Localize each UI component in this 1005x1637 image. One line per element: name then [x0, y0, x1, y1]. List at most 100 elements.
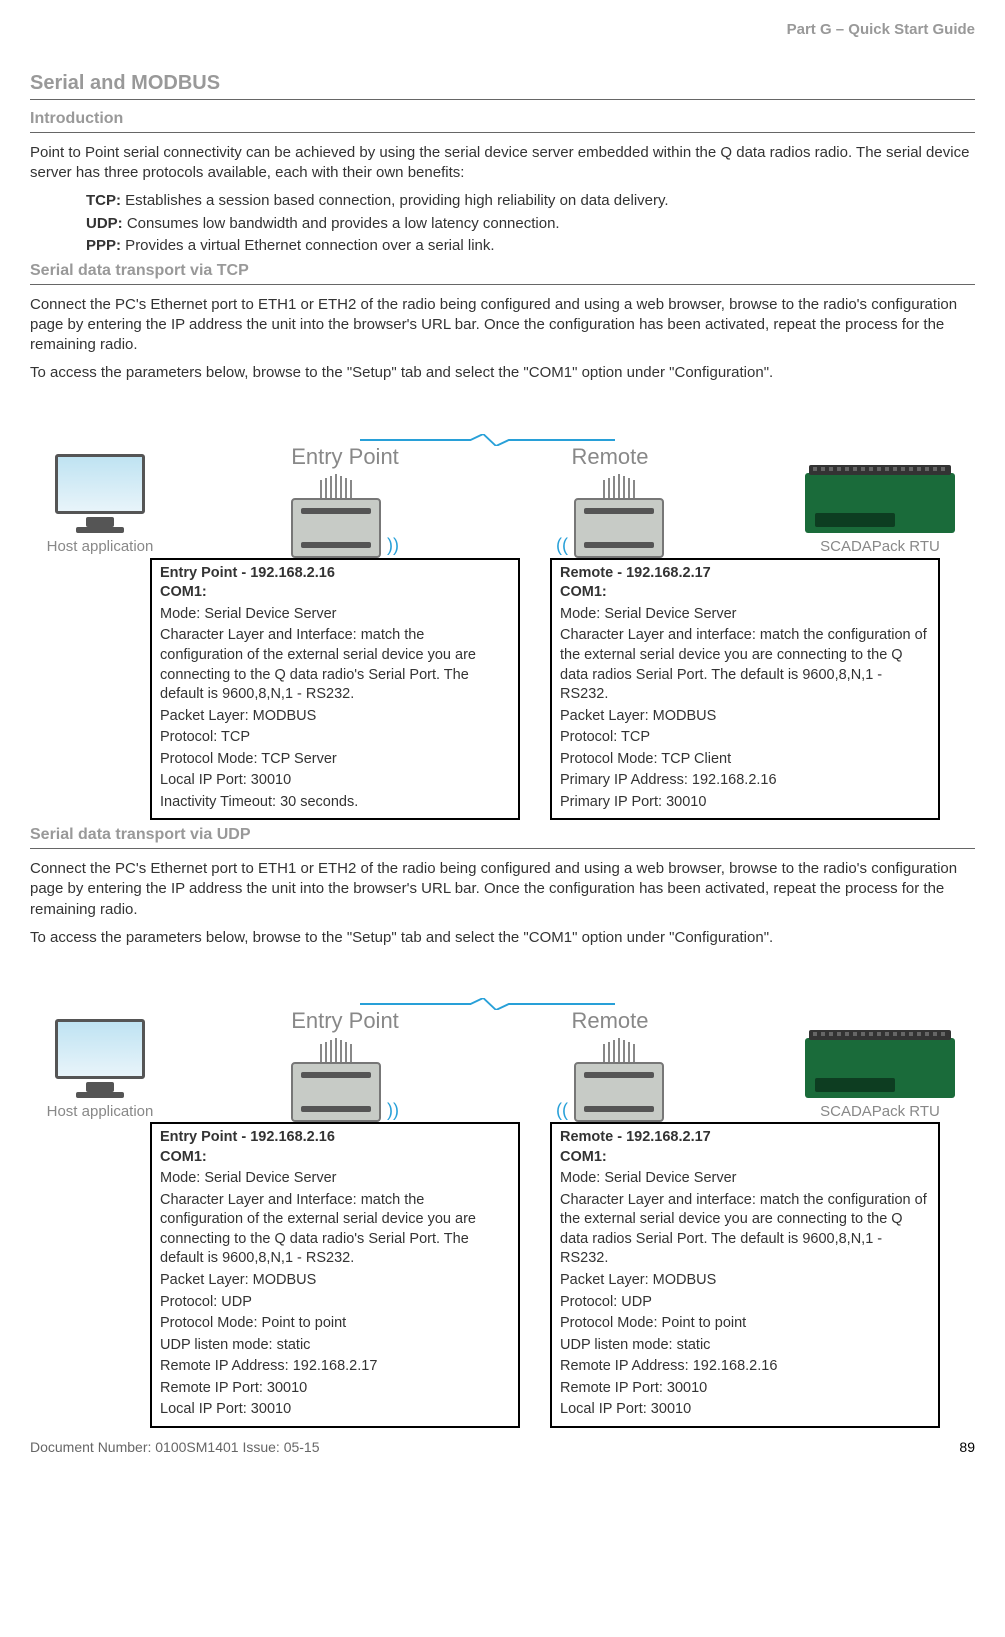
cfg-line: Protocol Mode: Point to point	[160, 1314, 510, 1334]
tcp-p2: To access the parameters below, browse t…	[30, 363, 975, 383]
radio-icon	[574, 498, 664, 558]
signal-icon: ))	[387, 533, 399, 557]
udp-label: UDP:	[86, 215, 123, 232]
protocol-list: TCP: Establishes a session based connect…	[86, 191, 975, 256]
cfg-line: Mode: Serial Device Server	[560, 605, 930, 625]
host-label: Host application	[47, 1102, 154, 1122]
monitor-icon	[55, 1019, 145, 1079]
tcp-p1: Connect the PC's Ethernet port to ETH1 o…	[30, 295, 975, 356]
udp-heading: Serial data transport via UDP	[30, 824, 975, 849]
cfg-line: Character Layer and Interface: match the…	[160, 626, 510, 704]
udp-config-boxes: Entry Point - 192.168.2.16 COM1: Mode: S…	[30, 1122, 975, 1428]
cfg-line: Primary IP Address: 192.168.2.16	[560, 771, 930, 791]
cfg-line: Protocol: TCP	[560, 728, 930, 748]
cfg-line: Protocol Mode: Point to point	[560, 1314, 930, 1334]
cfg-line: Packet Layer: MODBUS	[560, 1271, 930, 1291]
cfg-line: Remote IP Address: 192.168.2.16	[560, 1357, 930, 1377]
cfg-line: UDP listen mode: static	[560, 1336, 930, 1356]
tcp-remote-config: Remote - 192.168.2.17 COM1: Mode: Serial…	[550, 558, 940, 821]
remote-label: Remote	[571, 1006, 648, 1036]
antenna-icon	[320, 1038, 352, 1064]
remote-radio: Remote ((	[520, 442, 700, 558]
rtu-icon	[805, 1038, 955, 1098]
remote-label: Remote	[571, 442, 648, 472]
cfg-line: Inactivity Timeout: 30 seconds.	[160, 793, 510, 813]
udp-entry-config: Entry Point - 192.168.2.16 COM1: Mode: S…	[150, 1122, 520, 1428]
radio-icon	[291, 1062, 381, 1122]
cfg-line: Packet Layer: MODBUS	[560, 707, 930, 727]
cfg-line: Local IP Port: 30010	[560, 1400, 930, 1420]
antenna-icon	[603, 474, 635, 500]
cfg-line: Remote IP Port: 30010	[160, 1379, 510, 1399]
antenna-icon	[320, 474, 352, 500]
cfg-line: Local IP Port: 30010	[160, 1400, 510, 1420]
cfg-title: Entry Point - 192.168.2.16	[160, 564, 510, 584]
cfg-line: Protocol Mode: TCP Server	[160, 750, 510, 770]
entry-point-radio: Entry Point ))	[255, 442, 435, 558]
signal-icon: ))	[387, 1098, 399, 1122]
cfg-title: Remote - 192.168.2.17	[560, 1128, 930, 1148]
cfg-line: Remote IP Address: 192.168.2.17	[160, 1357, 510, 1377]
udp-remote-config: Remote - 192.168.2.17 COM1: Mode: Serial…	[550, 1122, 940, 1428]
ppp-label: PPP:	[86, 237, 121, 254]
tcp-label: TCP:	[86, 192, 121, 209]
antenna-icon	[603, 1038, 635, 1064]
tcp-config-boxes: Entry Point - 192.168.2.16 COM1: Mode: S…	[30, 558, 975, 821]
cfg-line: Protocol: UDP	[560, 1293, 930, 1313]
scadapack-device: SCADAPack RTU	[785, 473, 975, 557]
rtu-icon	[805, 473, 955, 533]
tcp-desc: Establishes a session based connection, …	[121, 192, 669, 209]
radio-icon	[574, 1062, 664, 1122]
wireless-link-icon	[360, 996, 615, 1002]
entry-point-radio: Entry Point ))	[255, 1006, 435, 1122]
scada-label: SCADAPack RTU	[820, 1102, 940, 1122]
cfg-com: COM1:	[160, 583, 510, 603]
cfg-title: Remote - 192.168.2.17	[560, 564, 930, 584]
signal-icon: ((	[556, 1098, 568, 1122]
host-label: Host application	[47, 537, 154, 557]
cfg-line: Local IP Port: 30010	[160, 771, 510, 791]
udp-desc: Consumes low bandwidth and provides a lo…	[123, 215, 560, 232]
udp-p1: Connect the PC's Ethernet port to ETH1 o…	[30, 859, 975, 920]
page-number: 89	[959, 1438, 975, 1457]
section-title: Serial and MODBUS	[30, 70, 975, 100]
cfg-line: Character Layer and Interface: match the…	[160, 1191, 510, 1269]
wireless-link-icon	[360, 432, 615, 438]
signal-icon: ((	[556, 533, 568, 557]
cfg-line: Protocol: UDP	[160, 1293, 510, 1313]
radio-icon	[291, 498, 381, 558]
cfg-line: Packet Layer: MODBUS	[160, 707, 510, 727]
cfg-com: COM1:	[560, 1148, 930, 1168]
entry-label: Entry Point	[291, 1006, 399, 1036]
cfg-line: Protocol Mode: TCP Client	[560, 750, 930, 770]
udp-p2: To access the parameters below, browse t…	[30, 928, 975, 948]
entry-label: Entry Point	[291, 442, 399, 472]
tcp-diagram: Host application Entry Point )) Remote (…	[30, 392, 975, 562]
page-header-part: Part G – Quick Start Guide	[30, 20, 975, 40]
cfg-line: Mode: Serial Device Server	[160, 1169, 510, 1189]
scada-label: SCADAPack RTU	[820, 537, 940, 557]
cfg-line: Mode: Serial Device Server	[160, 605, 510, 625]
cfg-com: COM1:	[160, 1148, 510, 1168]
page-footer: Document Number: 0100SM1401 Issue: 05-15…	[30, 1438, 975, 1457]
cfg-line: Packet Layer: MODBUS	[160, 1271, 510, 1291]
remote-radio: Remote ((	[520, 1006, 700, 1122]
host-device: Host application	[30, 454, 170, 557]
cfg-title: Entry Point - 192.168.2.16	[160, 1128, 510, 1148]
cfg-line: Primary IP Port: 30010	[560, 793, 930, 813]
scadapack-device: SCADAPack RTU	[785, 1038, 975, 1122]
cfg-line: Character Layer and interface: match the…	[560, 626, 930, 704]
cfg-line: Protocol: TCP	[160, 728, 510, 748]
cfg-line: Remote IP Port: 30010	[560, 1379, 930, 1399]
host-device: Host application	[30, 1019, 170, 1122]
tcp-heading: Serial data transport via TCP	[30, 260, 975, 285]
intro-heading: Introduction	[30, 108, 975, 133]
tcp-entry-config: Entry Point - 192.168.2.16 COM1: Mode: S…	[150, 558, 520, 821]
udp-diagram: Host application Entry Point )) Remote (…	[30, 956, 975, 1126]
cfg-line: Mode: Serial Device Server	[560, 1169, 930, 1189]
ppp-desc: Provides a virtual Ethernet connection o…	[121, 237, 495, 254]
monitor-icon	[55, 454, 145, 514]
cfg-line: Character Layer and interface: match the…	[560, 1191, 930, 1269]
cfg-com: COM1:	[560, 583, 930, 603]
cfg-line: UDP listen mode: static	[160, 1336, 510, 1356]
